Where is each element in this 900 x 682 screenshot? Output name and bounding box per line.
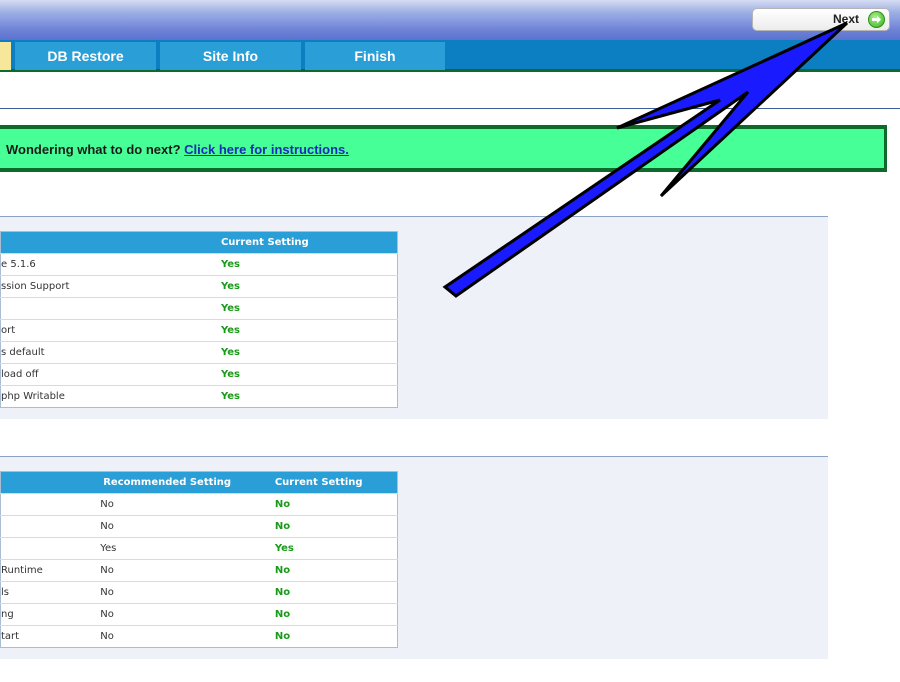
current-value: No [274, 603, 398, 626]
current-value: Yes [274, 537, 398, 560]
current-value: No [274, 515, 398, 538]
table-row: load off Yes [0, 363, 398, 386]
current-setting-header: Current Setting [220, 231, 398, 254]
setting-name: ls [0, 581, 101, 604]
setting-name [0, 515, 101, 538]
current-value: Yes [220, 341, 398, 364]
setting-name: Runtime [0, 559, 101, 582]
setting-column-header [0, 471, 101, 494]
install-steps-nav: DB Restore Site Info Finish [0, 40, 900, 72]
setting-name: e 5.1.6 [0, 253, 221, 276]
recommended-settings-table: Recommended Setting Current Setting No No… [0, 471, 398, 648]
current-value: Yes [220, 363, 398, 386]
next-button-label: Next [832, 12, 859, 26]
setting-name: php Writable [0, 385, 221, 408]
setting-name: tart [0, 625, 101, 648]
tab-site-info[interactable]: Site Info [160, 42, 301, 70]
divider [0, 108, 900, 109]
instructions-link[interactable]: Click here for instructions. [184, 142, 349, 157]
setting-name [0, 297, 221, 320]
panel-divider [0, 216, 828, 217]
tab-db-restore[interactable]: DB Restore [15, 42, 156, 70]
setting-name [0, 493, 101, 516]
table-row: Runtime No No [0, 559, 398, 582]
setting-name: s default [0, 341, 221, 364]
recommended-value: No [100, 515, 275, 538]
recommended-value: No [100, 625, 275, 648]
setting-name: ng [0, 603, 101, 626]
next-step-notice: Wondering what to do next? Click here fo… [0, 125, 887, 172]
setting-name [0, 537, 101, 560]
table-row: No No [0, 493, 398, 516]
setting-column-header [0, 231, 221, 254]
tab-finish[interactable]: Finish [305, 42, 445, 70]
table-row: No No [0, 515, 398, 538]
header-bar: Next [0, 0, 900, 40]
recommended-value: No [100, 493, 275, 516]
arrow-right-icon [868, 11, 885, 28]
current-value: No [274, 493, 398, 516]
table-row: ssion Support Yes [0, 275, 398, 298]
next-button[interactable]: Next [752, 8, 890, 31]
table-row: e 5.1.6 Yes [0, 253, 398, 276]
current-value: Yes [220, 297, 398, 320]
panel-divider [0, 456, 828, 457]
setting-name: ssion Support [0, 275, 221, 298]
current-value: No [274, 625, 398, 648]
table-row: Yes [0, 297, 398, 320]
table-row: ng No No [0, 603, 398, 626]
required-settings-table: Current Setting e 5.1.6 Yes ssion Support… [0, 231, 398, 408]
current-value: Yes [220, 319, 398, 342]
current-value: Yes [220, 275, 398, 298]
notice-text: Wondering what to do next? [6, 142, 181, 157]
current-value: Yes [220, 385, 398, 408]
current-setting-header: Current Setting [274, 471, 398, 494]
table-row: Yes Yes [0, 537, 398, 560]
recommended-value: No [100, 603, 275, 626]
table-row: ort Yes [0, 319, 398, 342]
recommended-setting-header: Recommended Setting [100, 471, 275, 494]
recommended-value: Yes [100, 537, 275, 560]
table-row: php Writable Yes [0, 385, 398, 408]
table-row: tart No No [0, 625, 398, 648]
recommended-value: No [100, 559, 275, 582]
recommended-value: No [100, 581, 275, 604]
current-value: No [274, 559, 398, 582]
table-row: ls No No [0, 581, 398, 604]
current-value: Yes [220, 253, 398, 276]
setting-name: load off [0, 363, 221, 386]
setting-name: ort [0, 319, 221, 342]
table-row: s default Yes [0, 341, 398, 364]
tab-current-step[interactable] [0, 42, 11, 70]
current-value: No [274, 581, 398, 604]
